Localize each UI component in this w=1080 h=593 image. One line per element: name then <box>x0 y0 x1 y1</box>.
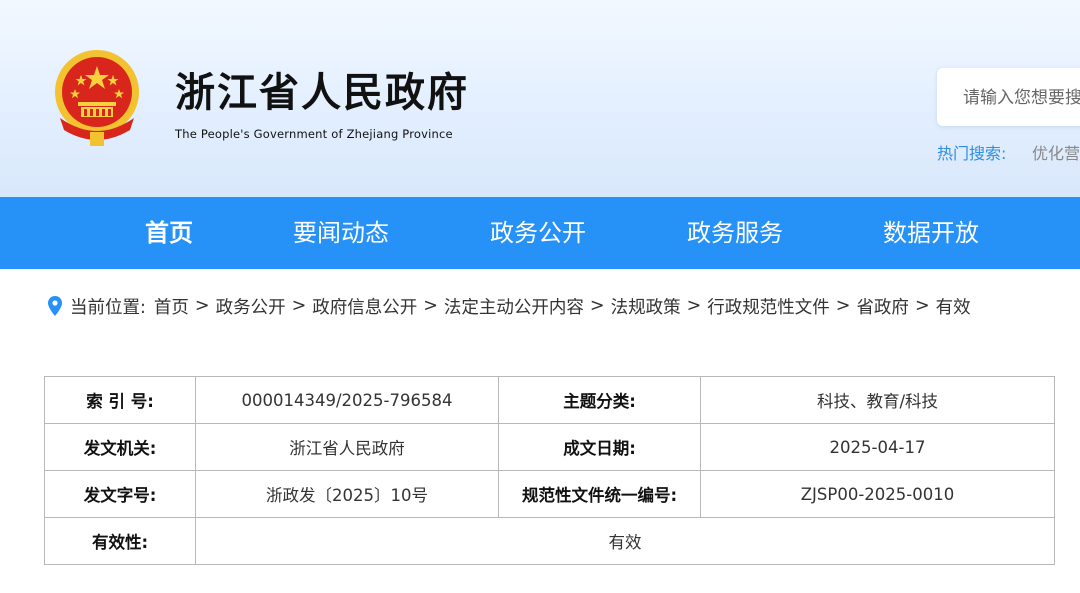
nav-item-open-data[interactable]: 数据开放 <box>883 197 979 269</box>
location-pin-icon <box>48 296 62 316</box>
breadcrumb-item-statutory[interactable]: 法定主动公开内容 <box>444 294 584 319</box>
document-meta-table: 索 引 号: 000014349/2025-796584 主题分类: 科技、教育… <box>44 376 1055 565</box>
document-number-value: 浙政发〔2025〕10号 <box>195 470 499 518</box>
breadcrumb-separator: > <box>423 296 438 316</box>
topic-category-value: 科技、教育/科技 <box>700 376 1055 424</box>
breadcrumb-separator: > <box>291 296 307 316</box>
breadcrumb-item-valid[interactable]: 有效 <box>936 294 971 319</box>
breadcrumb-separator: > <box>589 296 605 316</box>
table-row: 有效性: 有效 <box>44 517 1055 565</box>
breadcrumb-item-gov-affairs[interactable]: 政务公开 <box>216 294 286 319</box>
document-number-label: 发文字号: <box>44 470 196 518</box>
index-number-label: 索 引 号: <box>44 376 196 424</box>
breadcrumb-item-provincial-gov[interactable]: 省政府 <box>856 294 909 319</box>
table-row: 索 引 号: 000014349/2025-796584 主题分类: 科技、教育… <box>44 376 1055 424</box>
issuing-authority-label: 发文机关: <box>44 423 196 471</box>
table-row: 发文字号: 浙政发〔2025〕10号 规范性文件统一编号: ZJSP00-202… <box>44 470 1055 518</box>
unified-code-label: 规范性文件统一编号: <box>498 470 701 518</box>
written-date-label: 成文日期: <box>498 423 701 471</box>
breadcrumb-separator: > <box>835 296 851 316</box>
breadcrumb-separator: > <box>194 296 210 316</box>
site-subtitle: The People's Government of Zhejiang Prov… <box>175 127 453 141</box>
hot-search-item[interactable]: 优化营 <box>1032 140 1080 164</box>
breadcrumb-item-regulations[interactable]: 法规政策 <box>611 294 681 319</box>
search-input[interactable] <box>961 83 1080 113</box>
written-date-value: 2025-04-17 <box>700 423 1055 471</box>
breadcrumb-separator: > <box>686 296 702 316</box>
nav-item-news[interactable]: 要闻动态 <box>293 197 389 269</box>
site-title: 浙江省人民政府 <box>175 69 469 116</box>
index-number-value: 000014349/2025-796584 <box>195 376 499 424</box>
breadcrumb-item-normative-docs[interactable]: 行政规范性文件 <box>707 294 830 319</box>
national-emblem-icon <box>55 50 139 146</box>
topic-category-label: 主题分类: <box>498 376 701 424</box>
unified-code-value: ZJSP00-2025-0010 <box>700 470 1055 518</box>
breadcrumb-label: 当前位置: <box>70 297 146 318</box>
hot-search-label: 热门搜索: <box>937 144 1007 163</box>
issuing-authority-value: 浙江省人民政府 <box>195 423 499 471</box>
site-header: 浙江省人民政府 The People's Government of Zheji… <box>0 0 1080 197</box>
validity-value: 有效 <box>195 517 1055 565</box>
breadcrumb: 当前位置: 首页 > 政务公开 > 政府信息公开 > 法定主动公开内容 > 法规… <box>48 292 971 320</box>
main-nav: 首页 要闻动态 政务公开 政务服务 数据开放 <box>0 197 1080 269</box>
table-row: 发文机关: 浙江省人民政府 成文日期: 2025-04-17 <box>44 423 1055 471</box>
breadcrumb-item-gov-info[interactable]: 政府信息公开 <box>312 294 417 319</box>
breadcrumb-item-home[interactable]: 首页 <box>154 294 189 319</box>
breadcrumb-separator: > <box>914 296 930 316</box>
nav-item-services[interactable]: 政务服务 <box>687 197 783 269</box>
search-box[interactable] <box>937 68 1080 126</box>
validity-label: 有效性: <box>44 517 196 565</box>
nav-item-home[interactable]: 首页 <box>145 197 193 269</box>
nav-item-gov-affairs[interactable]: 政务公开 <box>490 197 586 269</box>
